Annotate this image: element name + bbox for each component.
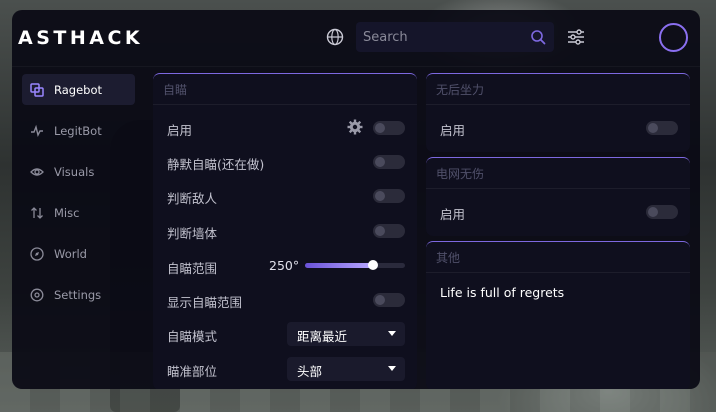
- sidebar-item-ragebot[interactable]: Ragebot: [22, 74, 135, 105]
- check-wall-row: 判断墙体: [167, 219, 405, 243]
- target-part-row: 瞄准部位 头部: [167, 357, 405, 381]
- show-range-label: 显示自瞄范围: [167, 295, 243, 310]
- other-text: Life is full of regrets: [440, 285, 565, 300]
- sidebar-item-legitbot[interactable]: LegitBot: [22, 115, 135, 146]
- enable-label: 启用: [167, 123, 193, 138]
- layers-icon: [30, 82, 44, 97]
- chevron-down-icon: [388, 331, 396, 336]
- aim-mode-label: 自瞄模式: [167, 329, 218, 344]
- globe-icon[interactable]: [326, 28, 344, 46]
- check-wall-label: 判断墙体: [167, 226, 218, 241]
- panel-header: 无后坐力: [426, 74, 690, 105]
- slider-knob[interactable]: [368, 260, 378, 270]
- sliders-icon[interactable]: [567, 28, 585, 46]
- slider-fill: [305, 263, 373, 268]
- electric-fence-toggle[interactable]: [646, 205, 678, 219]
- app-logo: ASTHACK: [18, 27, 144, 49]
- target-part-value: 头部: [297, 364, 323, 379]
- aimbot-panel: 自瞄 启用 静默自瞄(还在做) 判断敌人 判断墙体 自瞄范围 250° 显示自瞄…: [153, 73, 417, 389]
- panel-title: 电网无伤: [436, 167, 485, 181]
- aim-range-row: 自瞄范围 250°: [167, 254, 405, 278]
- electric-fence-panel: 电网无伤 启用: [426, 157, 690, 236]
- pulse-icon: [30, 124, 44, 138]
- search-icon[interactable]: [530, 29, 546, 45]
- compass-icon: [30, 246, 44, 261]
- enable-toggle[interactable]: [373, 121, 405, 135]
- sidebar-item-misc[interactable]: Misc: [22, 197, 135, 228]
- search-input[interactable]: [356, 22, 523, 52]
- search-box: [356, 22, 554, 52]
- silent-aim-toggle[interactable]: [373, 155, 405, 169]
- sidebar-item-visuals[interactable]: Visuals: [22, 156, 135, 187]
- avatar[interactable]: [659, 23, 688, 52]
- target-part-select[interactable]: 头部: [287, 357, 405, 381]
- check-wall-toggle[interactable]: [373, 224, 405, 238]
- check-enemy-toggle[interactable]: [373, 189, 405, 203]
- silent-aim-label: 静默自瞄(还在做): [167, 157, 265, 172]
- panel-title: 无后坐力: [436, 83, 485, 97]
- enable-row: 启用: [167, 116, 405, 140]
- panel-header: 电网无伤: [426, 158, 690, 189]
- other-panel: 其他 Life is full of regrets: [426, 241, 690, 389]
- cheat-menu-window: ASTHACK Ragebot: [12, 10, 700, 389]
- sidebar-item-label: LegitBot: [54, 123, 102, 138]
- sidebar-item-label: Misc: [54, 205, 80, 220]
- check-enemy-label: 判断敌人: [167, 191, 218, 206]
- show-range-row: 显示自瞄范围: [167, 288, 405, 312]
- panel-title: 自瞄: [163, 83, 188, 97]
- chevron-down-icon: [388, 366, 396, 371]
- electric-fence-enable-row: 启用: [440, 200, 678, 224]
- aim-range-value: 250°: [269, 258, 300, 273]
- panel-header: 自瞄: [153, 74, 417, 105]
- sidebar-item-label: World: [54, 246, 87, 261]
- aim-range-label: 自瞄范围: [167, 261, 218, 276]
- aim-mode-value: 距离最近: [297, 329, 348, 344]
- enable-label: 启用: [440, 123, 466, 138]
- no-recoil-panel: 无后坐力 启用: [426, 73, 690, 152]
- target-part-label: 瞄准部位: [167, 364, 218, 379]
- eye-icon: [30, 165, 44, 179]
- aim-mode-row: 自瞄模式 距离最近: [167, 322, 405, 346]
- sidebar-item-label: Ragebot: [54, 82, 103, 97]
- sidebar: Ragebot LegitBot Visuals Misc World Sett…: [12, 67, 142, 389]
- silent-aim-row: 静默自瞄(还在做): [167, 150, 405, 174]
- no-recoil-enable-row: 启用: [440, 116, 678, 140]
- gear-icon: [30, 288, 44, 302]
- sidebar-item-settings[interactable]: Settings: [22, 279, 135, 310]
- sidebar-item-world[interactable]: World: [22, 238, 135, 269]
- panel-header: 其他: [426, 242, 690, 273]
- gear-icon[interactable]: [347, 119, 363, 135]
- no-recoil-toggle[interactable]: [646, 121, 678, 135]
- aim-range-slider[interactable]: [305, 260, 405, 270]
- check-enemy-row: 判断敌人: [167, 184, 405, 208]
- enable-label: 启用: [440, 207, 466, 222]
- aim-mode-select[interactable]: 距离最近: [287, 322, 405, 346]
- arrows-icon: [30, 206, 44, 220]
- sidebar-item-label: Settings: [54, 287, 102, 302]
- show-range-toggle[interactable]: [373, 293, 405, 307]
- panel-title: 其他: [436, 251, 461, 265]
- sidebar-item-label: Visuals: [54, 164, 95, 179]
- header-bar: ASTHACK: [12, 10, 700, 67]
